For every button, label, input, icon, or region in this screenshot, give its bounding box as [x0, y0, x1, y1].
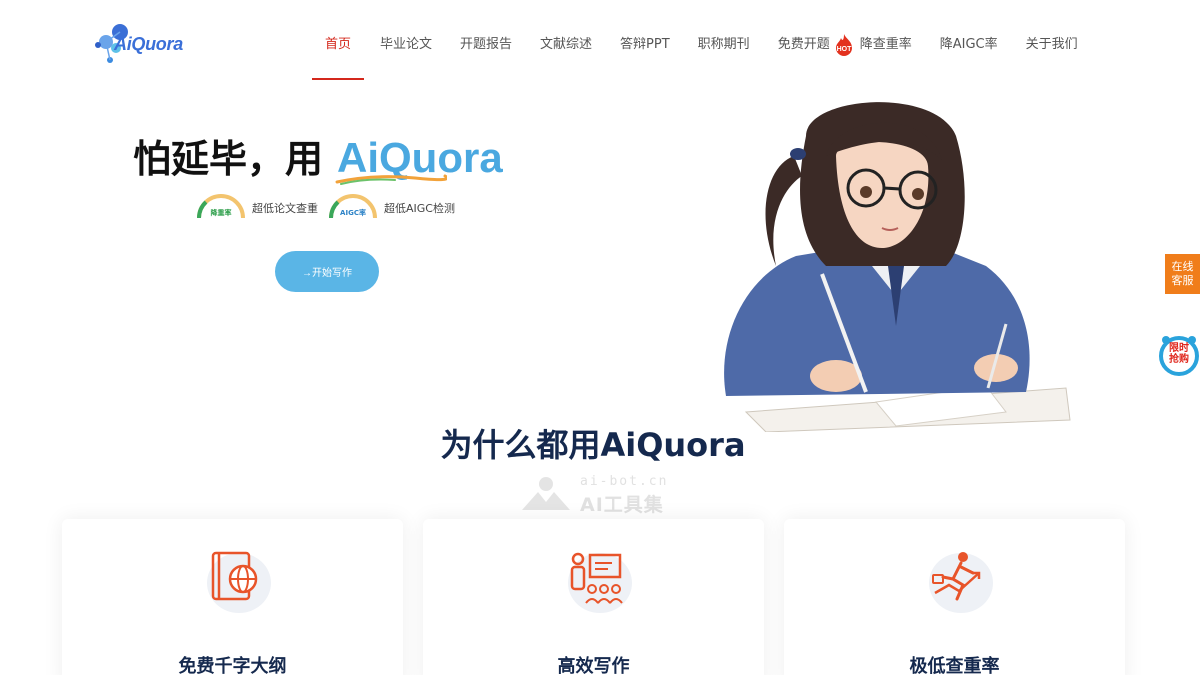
- service-label-line1: 在线: [1171, 260, 1194, 273]
- feature-card[interactable]: 高效写作: [423, 519, 764, 675]
- limited-sale-button[interactable]: 限时 抢购: [1157, 332, 1200, 376]
- feature-card-title: 极低查重率: [909, 656, 1000, 675]
- sale-label: 限时 抢购: [1157, 343, 1200, 365]
- student-illustration: [724, 102, 1071, 432]
- duplication-gauge: 降重率: [194, 188, 248, 220]
- aigc-gauge: AIGC率: [326, 188, 380, 220]
- watermark: ai-bot.cn AI工具集: [518, 474, 688, 516]
- hero-title-brand: AiQuora: [335, 134, 503, 185]
- feature-card-title: 高效写作: [557, 656, 630, 675]
- hero-features: 降重率 超低论文查重 AIGC率 超低AIGC检测: [194, 188, 463, 220]
- why-section-title: 为什么都用AiQuora: [440, 426, 746, 464]
- nav-home[interactable]: 首页: [312, 0, 364, 90]
- logo[interactable]: AiQuora: [92, 22, 192, 66]
- watermark-logo-icon: [522, 477, 570, 510]
- hot-badge-text: HOT: [836, 46, 852, 53]
- feature-card[interactable]: 免费千字大纲: [62, 519, 403, 675]
- feature-cards: 免费千字大纲 高效写作 极低查重率: [62, 519, 1126, 675]
- online-service-button[interactable]: 在线 客服: [1165, 254, 1200, 294]
- feature-text: 超低论文查重: [252, 202, 318, 215]
- presentation-team-icon: [568, 552, 632, 613]
- nav-defense-ppt[interactable]: 答辩PPT: [620, 0, 670, 90]
- gauge-label: AIGC率: [340, 209, 366, 217]
- runner-growth-icon: [929, 552, 993, 613]
- feature-card-title: 免费千字大纲: [178, 656, 287, 675]
- feature-text: 超低AIGC检测: [384, 202, 455, 215]
- book-globe-icon: [207, 551, 271, 613]
- nav-reduce-aigc[interactable]: 降AIGC率: [940, 0, 998, 90]
- nav-reduce-duplication[interactable]: 降查重率: [860, 0, 912, 90]
- sale-label-line2: 抢购: [1169, 354, 1189, 365]
- watermark-domain: ai-bot.cn: [580, 474, 669, 489]
- site-header: AiQuora 首页 毕业论文 开题报告 文献综述 答辩PPT 职称期刊 免费开…: [0, 0, 1200, 90]
- nav-literature-review[interactable]: 文献综述: [540, 0, 592, 90]
- feature-card[interactable]: 极低查重率: [784, 519, 1125, 675]
- watermark-name: AI工具集: [580, 494, 664, 516]
- nav-thesis[interactable]: 毕业论文: [380, 0, 432, 90]
- hero-title: 怕延毕，用 AiQuora: [133, 128, 503, 185]
- service-label-line2: 客服: [1171, 274, 1194, 287]
- nav-proposal[interactable]: 开题报告: [460, 0, 512, 90]
- hot-flame-icon: HOT: [835, 34, 852, 56]
- nav-free-proposal-label: 免费开题: [777, 37, 830, 52]
- logo-text: AiQuora: [114, 34, 183, 54]
- nav-about[interactable]: 关于我们: [1026, 0, 1078, 90]
- start-writing-button[interactable]: →开始写作: [275, 251, 379, 292]
- sale-label-line1: 限时: [1169, 343, 1189, 354]
- nav-journal[interactable]: 职称期刊: [698, 0, 750, 90]
- gauge-label: 降重率: [210, 209, 232, 217]
- brand-underline-swoosh: [335, 174, 448, 185]
- hero-title-prefix: 怕延毕，用: [133, 137, 324, 181]
- main-nav: 首页 毕业论文 开题报告 文献综述 答辩PPT 职称期刊 免费开题 HOT 降查…: [312, 0, 1078, 90]
- nav-free-proposal[interactable]: 免费开题 HOT: [777, 0, 852, 90]
